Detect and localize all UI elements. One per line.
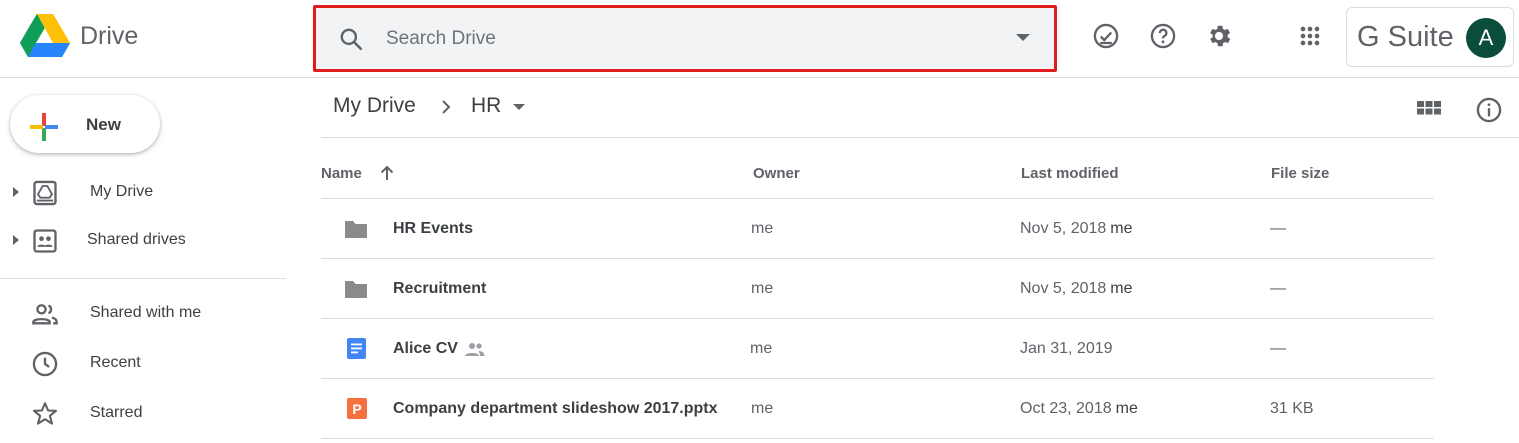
sidebar-divider bbox=[0, 278, 286, 279]
modified-date: Nov 5, 2018 bbox=[1020, 220, 1107, 237]
column-header-name[interactable]: Name bbox=[321, 165, 362, 182]
offline-ready-icon[interactable] bbox=[1092, 22, 1120, 50]
modified-date: Jan 31, 2019 bbox=[1020, 340, 1113, 357]
shared-people-icon bbox=[465, 343, 485, 356]
modified-by: me bbox=[1110, 220, 1133, 237]
table-row[interactable]: HR Events me Nov 5, 2018 me — bbox=[321, 199, 1434, 259]
star-icon bbox=[32, 402, 58, 425]
help-icon[interactable] bbox=[1149, 22, 1177, 50]
search-box[interactable] bbox=[313, 5, 1057, 72]
column-header-last-modified: Last modified bbox=[1021, 165, 1119, 182]
file-owner: me bbox=[750, 340, 773, 357]
breadcrumb-chevron-right-icon bbox=[442, 100, 451, 114]
table-row[interactable]: P Company department slideshow 2017.pptx… bbox=[321, 379, 1434, 439]
grid-view-icon[interactable] bbox=[1415, 97, 1443, 121]
my-drive-icon bbox=[33, 180, 57, 206]
folder-icon bbox=[345, 221, 367, 238]
settings-gear-icon[interactable] bbox=[1205, 22, 1233, 50]
avatar[interactable]: A bbox=[1466, 18, 1506, 58]
google-docs-icon bbox=[347, 338, 366, 359]
app-header: Drive G Suite A bbox=[0, 0, 1519, 78]
folder-icon bbox=[345, 281, 367, 298]
table-row[interactable]: Alice CV me Jan 31, 2019 — bbox=[321, 319, 1434, 379]
sidebar-item-shared-with-me[interactable]: Shared with me bbox=[0, 293, 286, 333]
breadcrumb-my-drive[interactable]: My Drive bbox=[333, 94, 416, 118]
file-name: Company department slideshow 2017.pptx bbox=[393, 400, 718, 417]
info-icon[interactable] bbox=[1475, 96, 1503, 124]
sort-ascending-arrow-icon[interactable] bbox=[378, 163, 396, 183]
file-owner: me bbox=[751, 400, 774, 417]
modified-date: Nov 5, 2018 bbox=[1020, 280, 1107, 297]
breadcrumb-current-folder[interactable]: HR bbox=[471, 94, 501, 118]
sidebar-item-starred[interactable]: Starred bbox=[0, 393, 286, 433]
file-name: HR Events bbox=[393, 220, 474, 237]
powerpoint-file-icon: P bbox=[347, 398, 367, 419]
sidebar-item-my-drive[interactable]: My Drive bbox=[0, 172, 286, 212]
drive-logo-icon[interactable] bbox=[20, 14, 70, 58]
file-size: — bbox=[1270, 280, 1286, 297]
column-header-owner: Owner bbox=[753, 165, 800, 182]
clock-icon bbox=[32, 351, 58, 377]
people-icon bbox=[32, 304, 58, 325]
modified-by: me bbox=[1110, 280, 1133, 297]
file-last-modified: Jan 31, 2019 bbox=[1020, 340, 1117, 358]
sidebar-item-recent[interactable]: Recent bbox=[0, 343, 286, 383]
column-header-file-size: File size bbox=[1271, 165, 1330, 182]
modified-date: Oct 23, 2018 bbox=[1020, 400, 1112, 417]
sidebar-item-label: Starred bbox=[90, 404, 143, 421]
search-options-dropdown-icon[interactable] bbox=[1016, 34, 1030, 41]
new-button[interactable]: New bbox=[10, 95, 160, 153]
table-row[interactable]: Recruitment me Nov 5, 2018 me — bbox=[321, 259, 1434, 319]
file-last-modified: Nov 5, 2018 me bbox=[1020, 280, 1133, 298]
file-last-modified: Oct 23, 2018 me bbox=[1020, 400, 1138, 418]
file-name: Alice CV bbox=[393, 340, 458, 357]
toolbar-divider bbox=[321, 137, 1519, 138]
sidebar-item-shared-drives[interactable]: Shared drives bbox=[0, 220, 286, 260]
expand-arrow-icon[interactable] bbox=[13, 187, 19, 197]
sidebar-item-label: Recent bbox=[90, 354, 141, 371]
plus-icon bbox=[30, 113, 58, 141]
folder-menu-dropdown-icon[interactable] bbox=[513, 104, 525, 110]
sidebar-item-label: Shared with me bbox=[90, 304, 202, 321]
search-input[interactable] bbox=[386, 22, 986, 56]
file-name: Recruitment bbox=[393, 280, 487, 297]
gsuite-account-switcher[interactable]: G Suite A bbox=[1346, 7, 1514, 67]
search-icon[interactable] bbox=[338, 26, 364, 52]
file-size: — bbox=[1270, 220, 1286, 237]
file-last-modified: Nov 5, 2018 me bbox=[1020, 220, 1133, 238]
file-size: — bbox=[1270, 340, 1286, 357]
shared-drives-icon bbox=[33, 229, 57, 253]
app-name: Drive bbox=[80, 22, 139, 50]
gsuite-logo: G Suite bbox=[1357, 21, 1454, 53]
modified-by: me bbox=[1115, 400, 1138, 417]
file-size: 31 KB bbox=[1270, 400, 1314, 417]
apps-grid-icon[interactable] bbox=[1296, 22, 1324, 50]
file-owner: me bbox=[751, 280, 774, 297]
file-owner: me bbox=[751, 220, 774, 237]
new-button-label: New bbox=[86, 115, 121, 134]
svg-text:P: P bbox=[352, 401, 361, 417]
sidebar-item-label: Shared drives bbox=[87, 231, 186, 248]
sidebar-item-label: My Drive bbox=[90, 183, 154, 200]
expand-arrow-icon[interactable] bbox=[13, 235, 19, 245]
